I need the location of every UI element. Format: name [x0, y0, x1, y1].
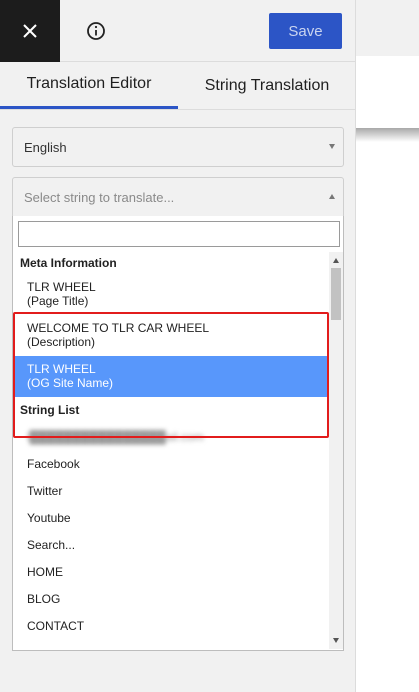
dropdown-scrollbar[interactable] — [329, 252, 343, 649]
option-home[interactable]: HOME — [13, 559, 329, 586]
page-header-strip — [356, 0, 419, 56]
tab-translation-editor[interactable]: Translation Editor — [0, 62, 178, 109]
option-blog[interactable]: BLOG — [13, 586, 329, 613]
redacted-email: l████████████████ail.com — [27, 430, 204, 444]
tab-string-translation[interactable]: String Translation — [178, 62, 355, 109]
info-button[interactable] — [84, 19, 108, 43]
chevron-down-icon — [329, 144, 335, 149]
scroll-down-icon[interactable] — [333, 638, 339, 643]
chevron-up-icon — [329, 194, 335, 199]
dropdown-list: Meta Information TLR WHEEL (Page Title) … — [13, 252, 329, 640]
option-subtitle: (OG Site Name) — [27, 376, 114, 390]
string-select[interactable]: Select string to translate... — [12, 177, 344, 217]
option-contact[interactable]: CONTACT — [13, 613, 329, 640]
close-icon — [23, 24, 37, 38]
option-subtitle: (Page Title) — [27, 294, 89, 308]
option-title: WELCOME TO TLR CAR WHEEL — [27, 321, 210, 335]
page-shadow — [356, 128, 419, 142]
option-title: TLR WHEEL — [27, 362, 96, 376]
scroll-up-icon[interactable] — [333, 258, 339, 263]
option-search[interactable]: Search... — [13, 532, 329, 559]
option-email[interactable]: l████████████████ail.com — [13, 424, 329, 451]
panel-toolbar: Save — [0, 0, 355, 62]
language-select-value: English — [24, 139, 67, 155]
option-facebook[interactable]: Facebook — [13, 451, 329, 478]
save-button[interactable]: Save — [269, 13, 342, 49]
info-icon — [87, 22, 105, 40]
dropdown-search — [18, 221, 340, 247]
translation-panel: Save Translation Editor String Translati… — [0, 0, 356, 692]
option-subtitle: (Description) — [27, 335, 96, 349]
editor-tabs: Translation Editor String Translation — [0, 62, 355, 110]
option-description[interactable]: WELCOME TO TLR CAR WHEEL (Description) — [13, 315, 329, 356]
language-select[interactable]: English — [12, 127, 344, 167]
string-select-placeholder: Select string to translate... — [24, 189, 175, 205]
option-title: TLR WHEEL — [27, 280, 96, 294]
scroll-thumb[interactable] — [331, 268, 341, 320]
option-youtube[interactable]: Youtube — [13, 505, 329, 532]
group-label-strings: String List — [20, 403, 80, 417]
dropdown-search-input[interactable] — [19, 222, 339, 246]
option-page-title[interactable]: TLR WHEEL (Page Title) — [13, 274, 329, 315]
option-twitter[interactable]: Twitter — [13, 478, 329, 505]
group-label-meta: Meta Information — [20, 256, 117, 270]
option-og-site-name[interactable]: TLR WHEEL (OG Site Name) — [13, 356, 329, 397]
string-dropdown: Meta Information TLR WHEEL (Page Title) … — [12, 216, 344, 651]
close-button[interactable] — [0, 0, 60, 62]
